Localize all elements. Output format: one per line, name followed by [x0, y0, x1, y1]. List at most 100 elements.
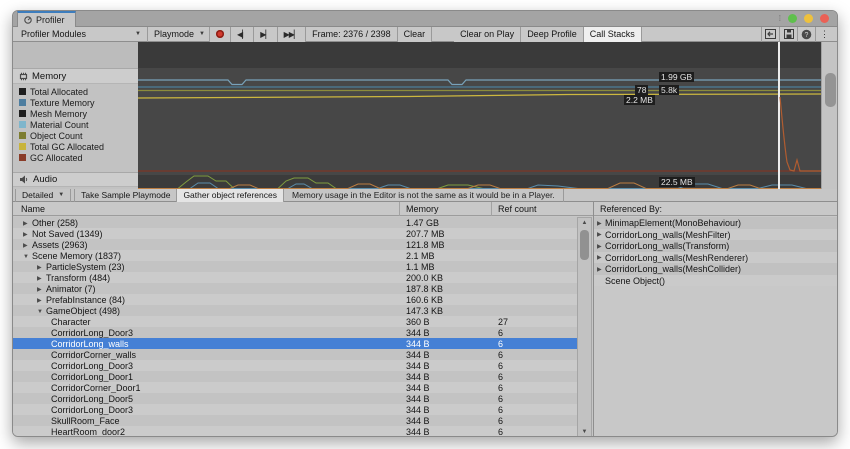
load-icon [765, 29, 776, 39]
column-divider[interactable] [399, 202, 400, 216]
referenced-by-item[interactable]: ▶ CorridorLong_walls(MeshCollider) [594, 263, 837, 275]
table-row[interactable]: ▶ Animator (7) 187.8 KB [13, 283, 577, 294]
legend-item[interactable]: Material Count [13, 119, 138, 130]
row-memory: 344 B [406, 426, 430, 437]
table-row[interactable]: CorridorLong_walls 344 B 6 [13, 338, 577, 349]
next-frame-icon: ▶▏ [260, 29, 271, 39]
referenced-by-item[interactable]: ▶ CorridorLong_walls(MeshFilter) [594, 228, 837, 240]
referenced-by-label: Scene Object() [605, 275, 666, 286]
playmode-dropdown[interactable]: Playmode ▼ [150, 27, 209, 42]
scroll-down-icon[interactable]: ▼ [578, 427, 591, 436]
referenced-by-item[interactable]: ▶ CorridorLong_walls(MeshRenderer) [594, 251, 837, 263]
table-row[interactable]: ▼ Scene Memory (1837) 2.1 MB [13, 250, 577, 261]
take-sample-button[interactable]: Take Sample Playmode [74, 188, 178, 202]
legend-item[interactable]: Total Allocated [13, 86, 138, 97]
table-row[interactable]: ▶ Assets (2963) 121.8 MB [13, 239, 577, 250]
expand-arrow-icon[interactable]: ▶ [597, 231, 602, 238]
gather-object-references-toggle[interactable]: Gather object references [177, 188, 284, 202]
row-ref-count: 6 [498, 393, 504, 404]
row-memory: 200.0 KB [406, 272, 444, 283]
expand-arrow-icon[interactable]: ▶ [597, 266, 602, 273]
row-ref-count: 6 [498, 360, 504, 371]
modules-scrollbar[interactable] [821, 42, 837, 189]
referenced-by-item[interactable]: Scene Object() [594, 274, 837, 286]
context-menu-button[interactable]: ⋮ [815, 26, 833, 42]
row-name: CorridorLong_Door3 [51, 360, 134, 371]
row-name: CorridorCorner_walls [51, 349, 137, 360]
playmode-label: Playmode [154, 29, 195, 39]
legend-item[interactable]: GC Allocated [13, 152, 138, 163]
expand-arrow-icon[interactable]: ▶ [597, 243, 602, 250]
call-stacks-toggle[interactable]: Call Stacks [583, 26, 642, 42]
audio-module-header[interactable]: Audio [13, 172, 138, 187]
load-profile-button[interactable] [761, 26, 779, 42]
table-row[interactable]: CorridorLong_Door3 344 B 6 [13, 404, 577, 415]
table-row[interactable]: CorridorLong_Door1 344 B 6 [13, 371, 577, 382]
next-frame-button[interactable]: ▶▏ [254, 26, 278, 42]
detailed-label: Detailed [22, 190, 54, 200]
expand-arrow-icon[interactable]: ▶ [597, 254, 602, 261]
table-row[interactable]: Character 360 B 27 [13, 316, 577, 327]
toolbar-icon-group: ? ⋮ [761, 26, 833, 42]
table-row[interactable]: ▶ PrefabInstance (84) 160.6 KB [13, 294, 577, 305]
table-row[interactable]: CorridorLong_Door3 344 B 6 [13, 360, 577, 371]
table-row[interactable]: CorridorCorner_walls 344 B 6 [13, 349, 577, 360]
memory-module-header[interactable]: Memory [13, 69, 138, 84]
legend-item[interactable]: Mesh Memory [13, 108, 138, 119]
column-header-name[interactable]: Name [21, 204, 45, 214]
memory-module-title: Memory [32, 70, 67, 82]
legend-item[interactable]: Total GC Allocated [13, 141, 138, 152]
column-header-memory[interactable]: Memory [406, 204, 439, 214]
referenced-by-item[interactable]: ▶ MinimapElement(MonoBehaviour) [594, 217, 837, 229]
referenced-by-item[interactable]: ▶ CorridorLong_walls(Transform) [594, 240, 837, 252]
window-button-green[interactable] [788, 14, 797, 23]
table-row[interactable]: ▶ ParticleSystem (23) 1.1 MB [13, 261, 577, 272]
clear-on-play-toggle[interactable]: Clear on Play [454, 26, 522, 42]
table-row[interactable]: ▶ Not Saved (1349) 207.7 MB [13, 228, 577, 239]
table-row[interactable]: CorridorLong_Door3 344 B 6 [13, 327, 577, 338]
table-row[interactable]: CorridorCorner_Door1 344 B 6 [13, 382, 577, 393]
row-name: Animator (7) [46, 283, 96, 294]
profiler-window: Profiler ⁞ Profiler Modules ▼ Playmode ▼… [12, 10, 838, 437]
table-row[interactable]: SkullRoom_Face 344 B 6 [13, 415, 577, 426]
table-scrollbar[interactable]: ▲ ▼ [577, 217, 592, 436]
modules-scrollbar-thumb[interactable] [825, 73, 836, 107]
help-button[interactable]: ? [797, 26, 815, 42]
row-ref-count: 6 [498, 426, 504, 437]
clear-button[interactable]: Clear [396, 26, 433, 42]
gather-refs-label: Gather object references [183, 190, 277, 200]
row-memory: 344 B [406, 338, 430, 349]
call-stacks-label: Call Stacks [589, 29, 635, 39]
table-row[interactable]: ▼ GameObject (498) 147.3 KB [13, 305, 577, 316]
record-icon [215, 30, 224, 38]
table-scrollbar-thumb[interactable] [580, 230, 589, 260]
deep-profile-toggle[interactable]: Deep Profile [521, 26, 584, 42]
audio-module-icon [20, 175, 28, 184]
current-frame-button[interactable]: ▶▶▏ [277, 26, 307, 42]
profiler-modules-dropdown[interactable]: Profiler Modules ▼ [17, 27, 145, 42]
column-header-ref-count[interactable]: Ref count [498, 204, 537, 214]
table-row[interactable]: CorridorLong_Door5 344 B 6 [13, 393, 577, 404]
window-button-red[interactable] [820, 14, 829, 23]
save-profile-button[interactable] [779, 26, 797, 42]
svg-text:?: ? [805, 32, 809, 39]
window-button-yellow[interactable] [804, 14, 813, 23]
record-button[interactable] [208, 26, 231, 42]
detailed-dropdown[interactable]: Detailed ▼ [15, 188, 72, 202]
row-ref-count: 6 [498, 371, 504, 382]
table-row[interactable]: ▶ Transform (484) 200.0 KB [13, 272, 577, 283]
take-sample-label: Take Sample Playmode [81, 190, 171, 200]
table-row[interactable]: HeartRoom_door2 344 B 6 [13, 426, 577, 437]
legend-item[interactable]: Texture Memory [13, 97, 138, 108]
table-row[interactable]: ▶ Other (258) 1.47 GB [13, 217, 577, 228]
previous-frame-button[interactable]: ◀▏ [230, 26, 255, 42]
scroll-up-icon[interactable]: ▲ [578, 218, 591, 228]
tab-profiler[interactable]: Profiler [17, 11, 76, 27]
expand-arrow-icon[interactable]: ▶ [597, 220, 602, 227]
chevron-down-icon: ▼ [135, 31, 141, 37]
legend-item[interactable]: Object Count [13, 130, 138, 141]
drag-handle-icon[interactable]: ⁞ [779, 14, 781, 23]
column-divider[interactable] [491, 202, 492, 216]
profiler-chart[interactable] [138, 42, 821, 189]
row-name: CorridorCorner_Door1 [51, 382, 141, 393]
